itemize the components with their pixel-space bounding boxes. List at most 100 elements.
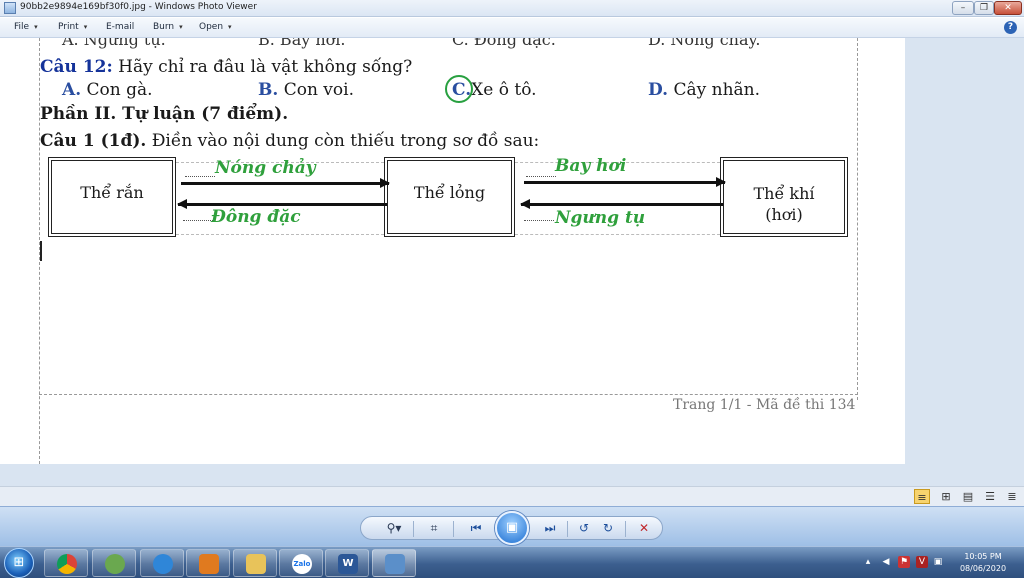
previous-icon[interactable]: ⏮ (463, 520, 489, 536)
state-gas-line2: (hơi) (765, 205, 803, 224)
document-view-icon[interactable]: ☰ (982, 489, 998, 504)
book-view-icon[interactable]: ⊞ (938, 489, 954, 504)
show-hidden-icons-icon[interactable]: ▴ (862, 556, 874, 568)
system-tray: ▴ ◀ ⚑ V ▣ (860, 551, 942, 575)
taskbar-zalo[interactable]: Zalo (279, 549, 323, 577)
menu-file[interactable]: File ▾ (14, 22, 38, 32)
question-12-text: Hãy chỉ ra đâu là vật không sống? (112, 57, 413, 77)
option-b-letter: B. (258, 80, 279, 100)
option-b-text: Con voi. (278, 80, 354, 100)
state-liquid-label: Thể lỏng (413, 183, 486, 202)
volume-icon[interactable]: ◀ (880, 556, 892, 568)
title-bar: 90bb2e9894e169bf30f0.jpg - Windows Photo… (0, 0, 1024, 17)
part-2-heading: Phần II. Tự luận (7 điểm). (40, 104, 289, 124)
actual-size-icon[interactable]: ⌗ (425, 520, 443, 536)
menu-burn-label: Burn (153, 22, 175, 32)
menu-open-label: Open (199, 22, 224, 32)
toolbar-separator (453, 521, 454, 537)
taskbar: ⊞ Zalo W ▴ ◀ ⚑ V ▣ 10:05 PM 08/06/2020 (0, 546, 1024, 578)
menu-open[interactable]: Open ▾ (199, 22, 232, 32)
menu-print-label: Print (58, 22, 79, 32)
list-view-icon[interactable]: ≣ (1004, 489, 1020, 504)
page-border-bottom (39, 394, 858, 395)
chrome-icon (57, 554, 77, 574)
menu-print[interactable]: Print ▾ (58, 22, 87, 32)
viewer-controls: ⚲▾ ⌗ ⏮ ▣ ⏭ ↺ ↻ ✕ (360, 511, 663, 545)
option-d: D. Cây nhãn. (648, 80, 760, 100)
zoom-icon[interactable]: ⚲▾ (381, 520, 407, 536)
cut-option-d: D. Nóng chảy. (648, 38, 761, 49)
diagram-guide-line (176, 234, 384, 235)
taskbar-internet-explorer[interactable] (140, 549, 184, 577)
question-1-number: Câu 1 (1đ). (40, 131, 147, 151)
handwritten-evaporation: Bay hơi (555, 156, 627, 176)
minimize-button[interactable]: – (952, 1, 974, 15)
question-12: Câu 12: Hãy chỉ ra đâu là vật không sống… (40, 57, 412, 77)
cut-option-c: C. Đông đặc. (452, 38, 556, 49)
system-clock[interactable]: 10:05 PM 08/06/2020 (950, 551, 1016, 575)
rotate-right-icon[interactable]: ↻ (599, 520, 617, 536)
clock-date: 08/06/2020 (959, 564, 1007, 573)
cut-option-b: B. Bay hơi. (258, 38, 346, 49)
answer-circle-mark (445, 75, 473, 103)
next-icon[interactable]: ⏭ (537, 520, 563, 536)
chevron-down-icon: ▾ (83, 23, 88, 31)
network-icon[interactable]: ▣ (932, 556, 944, 568)
close-button[interactable]: ✕ (994, 1, 1022, 15)
option-c-text: Xe ô tô. (471, 80, 537, 100)
taskbar-media-player[interactable] (186, 549, 230, 577)
media-player-icon (199, 554, 219, 574)
cut-option-a: A. Ngưng tụ. (62, 38, 166, 49)
photo-viewer-app-icon (4, 2, 16, 14)
slide-view-icon[interactable]: ▤ (960, 489, 976, 504)
state-box-solid: Thể rắn (48, 157, 176, 237)
menu-burn[interactable]: Burn ▾ (153, 22, 183, 32)
zalo-icon: Zalo (292, 554, 312, 574)
slideshow-button[interactable]: ▣ (495, 511, 529, 545)
antivirus-icon[interactable]: V (916, 556, 928, 568)
folder-icon (246, 554, 266, 574)
option-b: B. Con voi. (258, 80, 354, 100)
taskbar-photo-viewer[interactable] (372, 549, 416, 577)
page-footer: Trang 1/1 - Mã đề thi 134 (673, 397, 856, 413)
option-a: A. Con gà. (62, 80, 153, 100)
chevron-down-icon: ▾ (228, 23, 232, 31)
maximize-button[interactable]: ❐ (974, 1, 994, 15)
toolbar-separator (567, 521, 568, 537)
answer-blank-dots (185, 176, 215, 177)
menu-file-label: File (14, 22, 30, 32)
taskbar-chrome[interactable] (44, 549, 88, 577)
action-center-icon[interactable]: ⚑ (898, 556, 910, 568)
state-gas-line1: Thể khí (753, 184, 815, 203)
question-1-text: Điền vào nội dung còn thiếu trong sơ đồ … (146, 131, 540, 151)
page-border-right (857, 38, 858, 400)
state-box-liquid: Thể lỏng (384, 157, 515, 237)
taskbar-explorer[interactable] (233, 549, 277, 577)
chevron-down-icon: ▾ (34, 23, 38, 31)
question-1: Câu 1 (1đ). Điền vào nội dung còn thiếu … (40, 131, 539, 151)
chevron-down-icon: ▾ (179, 23, 183, 31)
option-d-text: Cây nhãn. (668, 80, 761, 100)
help-icon[interactable]: ? (1004, 21, 1017, 34)
details-view-icon[interactable]: ≡ (914, 489, 930, 504)
arrow-gas-to-liquid (520, 199, 723, 209)
menu-email-label: E-mail (106, 22, 135, 32)
option-a-text: Con gà. (81, 80, 153, 100)
viewer-toolbar: ⚲▾ ⌗ ⏮ ▣ ⏭ ↺ ↻ ✕ (0, 506, 1024, 546)
start-button[interactable]: ⊞ (4, 548, 34, 578)
answer-blank-dots (524, 220, 554, 221)
taskbar-word[interactable]: W (325, 549, 369, 577)
option-a-letter: A. (62, 80, 82, 100)
menu-email[interactable]: E-mail (106, 22, 134, 32)
state-box-gas: Thể khí (hơi) (720, 157, 848, 237)
arrow-solid-to-liquid (181, 178, 390, 188)
menu-bar: File ▾ Print ▾ E-mail Burn ▾ Open ▾ ? (0, 18, 1024, 38)
question-12-number: Câu 12: (40, 57, 113, 77)
taskbar-app[interactable] (92, 549, 136, 577)
view-mode-strip: ≡ ⊞ ▤ ☰ ≣ (0, 486, 1024, 506)
rotate-left-icon[interactable]: ↺ (575, 520, 593, 536)
state-solid-label: Thể rắn (80, 183, 144, 202)
handwritten-freezing: Đông đặc (211, 207, 301, 227)
answer-blank-dots (183, 220, 213, 221)
delete-icon[interactable]: ✕ (635, 520, 653, 536)
